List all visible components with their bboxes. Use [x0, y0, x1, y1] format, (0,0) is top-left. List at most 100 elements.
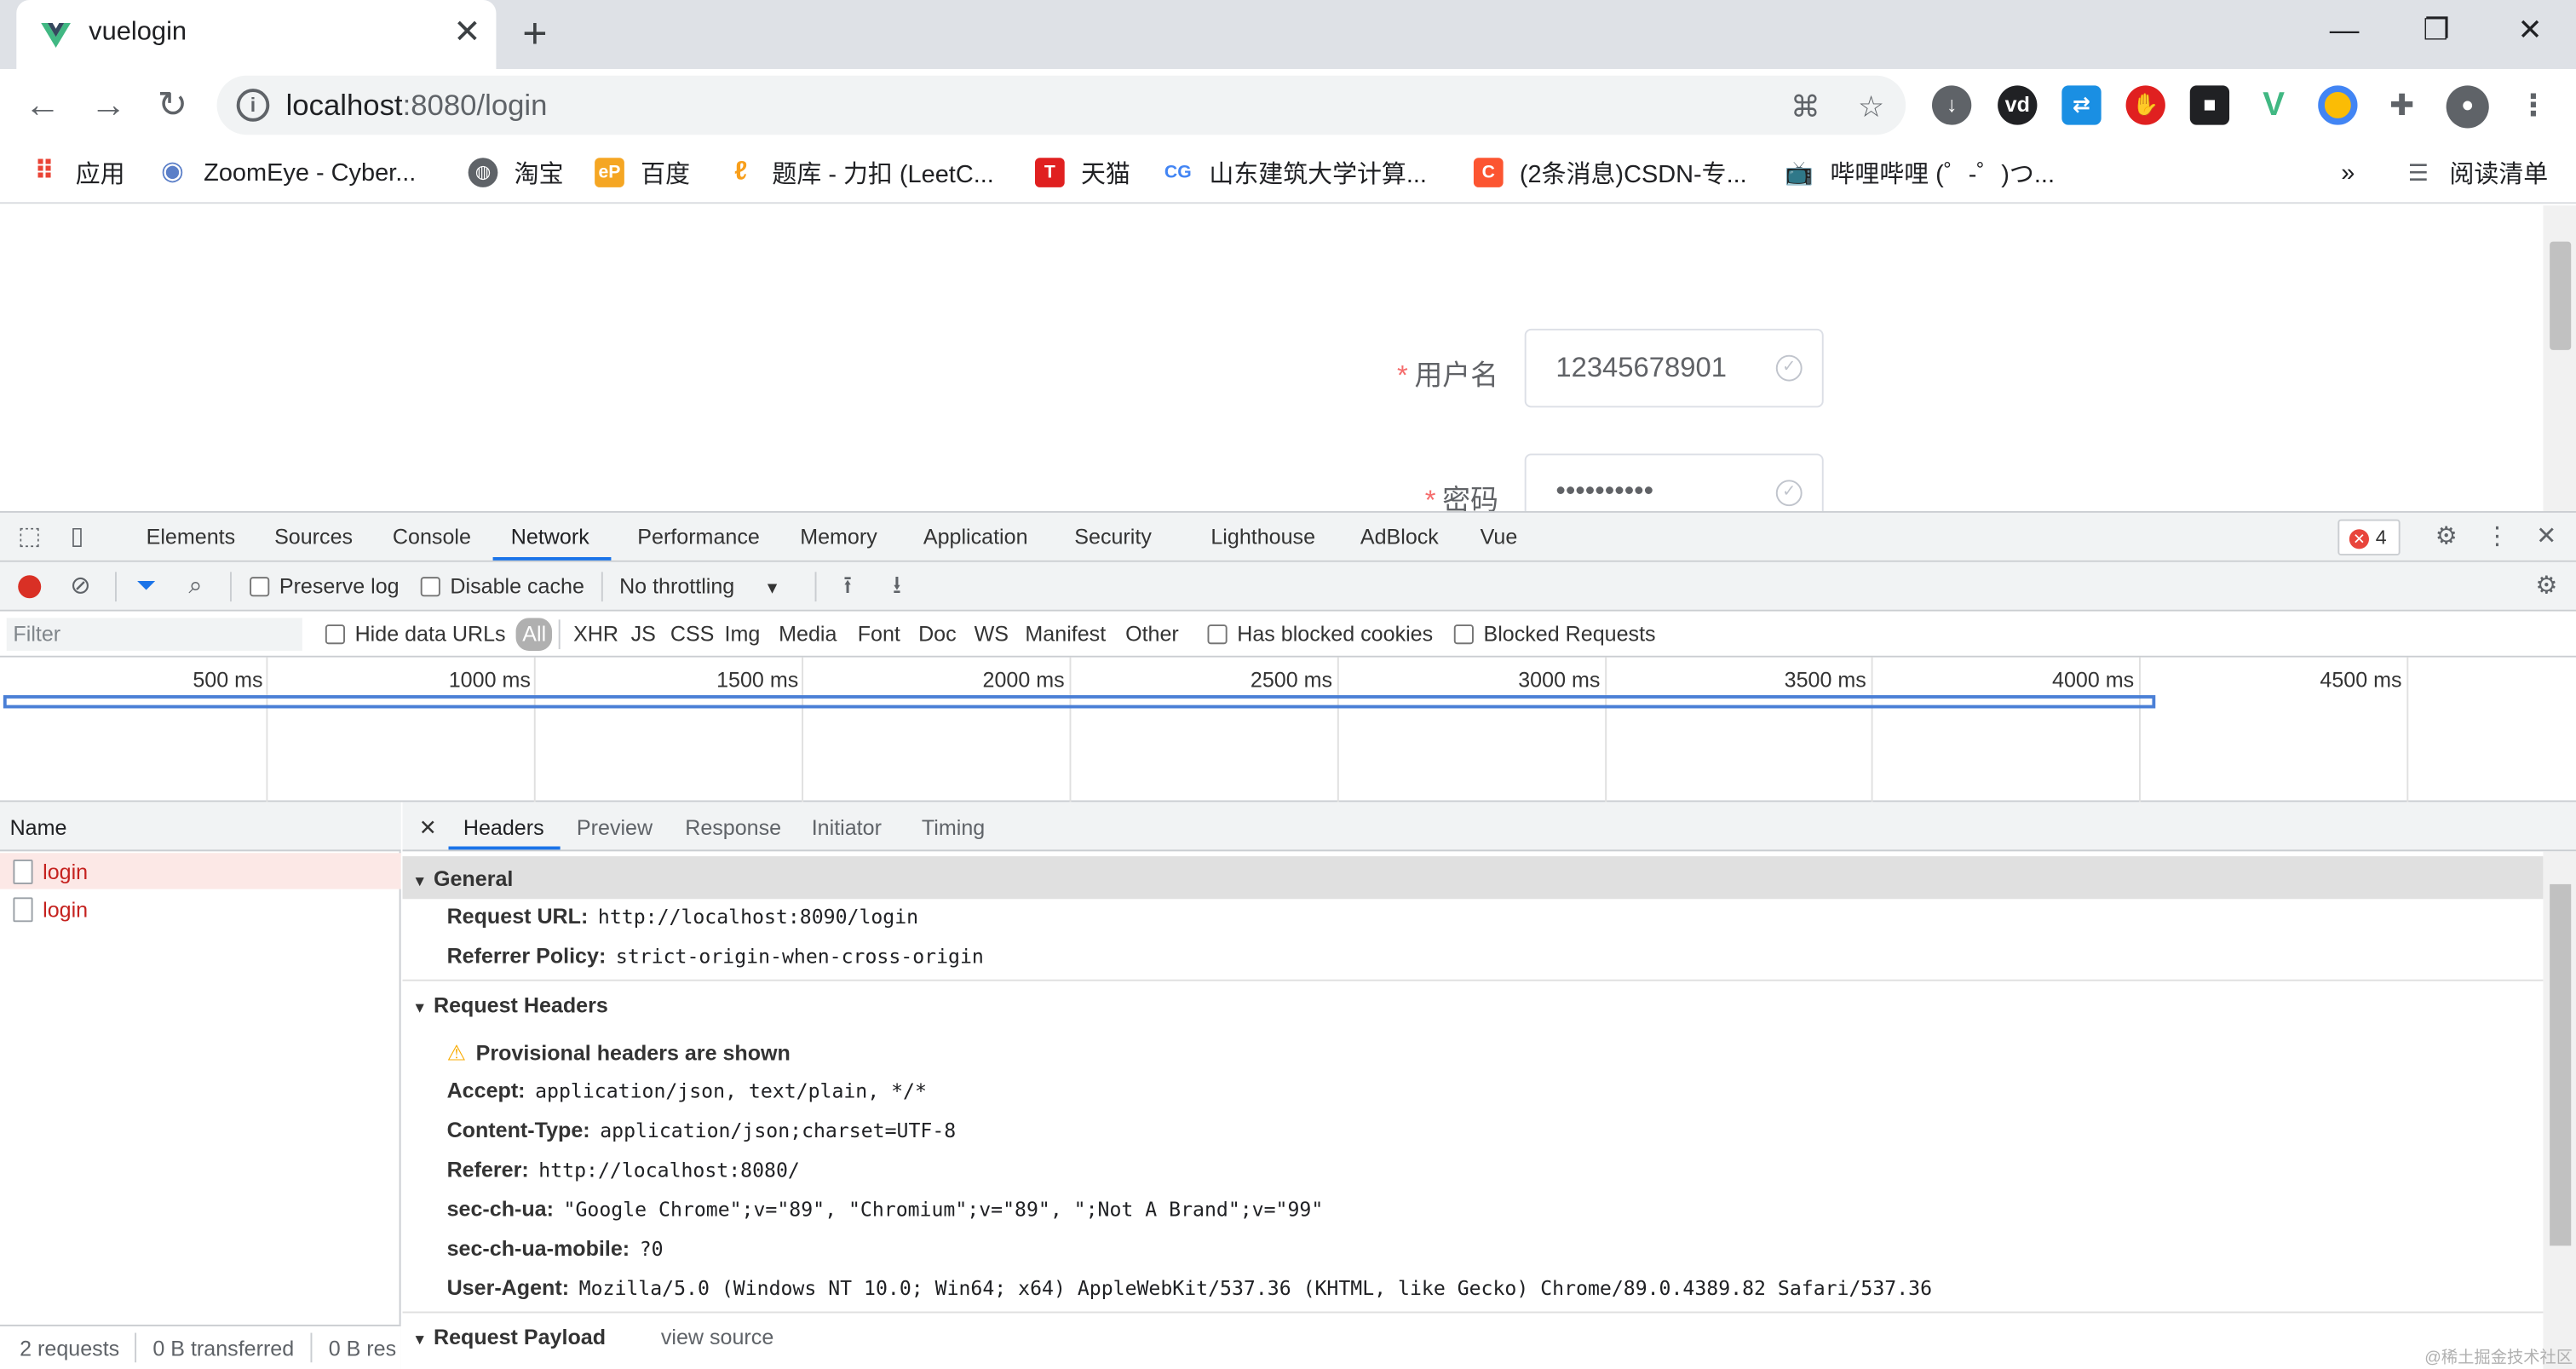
request-row[interactable]: login	[0, 891, 401, 927]
throttling-select[interactable]: No throttling ▼	[619, 573, 780, 598]
tab-initiator[interactable]: Initiator	[812, 815, 882, 840]
tab-response[interactable]: Response	[685, 815, 781, 840]
clear-icon[interactable]: ⊘	[66, 572, 95, 601]
devtools-menu-icon[interactable]: ⋮	[2482, 522, 2512, 552]
disable-cache-checkbox[interactable]: Disable cache	[420, 573, 584, 598]
tab-headers[interactable]: Headers	[463, 815, 544, 840]
adblock-extension-icon[interactable]: ✋	[2125, 85, 2165, 125]
page-scrollbar-thumb[interactable]	[2550, 241, 2572, 350]
filter-type-other[interactable]: Other	[1125, 621, 1179, 646]
close-detail-icon[interactable]: ✕	[419, 815, 437, 842]
tab-lighthouse[interactable]: Lighthouse	[1210, 524, 1315, 549]
tab-elements[interactable]: Elements	[147, 524, 236, 549]
download-extension-icon[interactable]: ↓	[1931, 85, 1972, 125]
url-text[interactable]: localhost:8080/login	[286, 89, 548, 124]
bookmark-sdjzu[interactable]: CG 山东建筑大学计算...	[1163, 154, 1427, 190]
bookmark-leetcode[interactable]: ℓ 题库 - 力扣 (LeetC...	[726, 154, 994, 190]
restore-button[interactable]: ❐	[2403, 10, 2469, 49]
browser-menu-icon[interactable]: ⋮	[2514, 85, 2553, 124]
notification-extension-icon[interactable]: ■	[2189, 85, 2230, 125]
network-overview-timeline[interactable]: 500 ms 1000 ms 1500 ms 2000 ms 2500 ms 3…	[0, 657, 2576, 802]
tab-console[interactable]: Console	[393, 524, 471, 549]
request-row[interactable]: login	[0, 853, 401, 889]
detail-scrollbar[interactable]	[2543, 851, 2576, 1369]
tab-sources[interactable]: Sources	[274, 524, 353, 549]
general-section-header[interactable]: ▼ General	[402, 856, 2544, 900]
address-bar[interactable]: i localhost:8080/login ⌘ ☆	[216, 75, 1906, 135]
filter-type-all[interactable]: All	[515, 618, 553, 651]
password-input[interactable]: •••••••••• ✓	[1524, 453, 1824, 511]
sync-extension-icon[interactable]: ⇄	[2061, 85, 2102, 125]
reload-icon[interactable]: ↻	[149, 82, 195, 128]
record-icon[interactable]	[14, 572, 44, 601]
bookmark-bilibili[interactable]: 📺 哔哩哔哩 (゜-゜)つ...	[1784, 154, 2055, 190]
vue-devtools-extension-icon[interactable]: V	[2254, 85, 2293, 124]
browser-tab[interactable]: vuelogin ✕	[16, 0, 497, 70]
hide-data-urls-checkbox[interactable]: Hide data URLs	[325, 621, 506, 646]
tab-timing[interactable]: Timing	[922, 815, 985, 840]
device-toolbar-icon[interactable]: ▯	[62, 522, 92, 552]
filter-type-ws[interactable]: WS	[975, 621, 1009, 646]
reading-list-button[interactable]: ☰ 阅读清单	[2403, 154, 2549, 190]
filter-type-img[interactable]: Img	[724, 621, 760, 646]
vue-logo-icon	[41, 23, 71, 48]
tab-adblock[interactable]: AdBlock	[1360, 524, 1439, 549]
error-count-badge[interactable]: ✕ 4	[2337, 519, 2401, 556]
bookmark-baidu[interactable]: eP 百度	[595, 154, 690, 190]
tab-close-icon[interactable]: ✕	[453, 14, 480, 50]
vd-extension-icon[interactable]: vd	[1998, 85, 2038, 125]
filter-type-font[interactable]: Font	[858, 621, 900, 646]
chrome-extension-icon[interactable]	[2318, 85, 2358, 125]
filter-type-manifest[interactable]: Manifest	[1025, 621, 1106, 646]
request-headers-section-header[interactable]: ▼ Request Headers	[402, 983, 2543, 1026]
tab-performance[interactable]: Performance	[637, 524, 760, 549]
close-window-button[interactable]: ✕	[2497, 10, 2562, 49]
page-scrollbar[interactable]	[2543, 205, 2576, 511]
settings-gear-icon[interactable]: ⚙	[2431, 522, 2461, 552]
bookmark-taobao[interactable]: ◍ 淘宝	[468, 154, 564, 190]
new-tab-button[interactable]: +	[522, 12, 547, 55]
back-arrow-icon[interactable]: ←	[20, 82, 66, 128]
bookmark-tmall[interactable]: T 天猫	[1034, 154, 1130, 190]
header-row: Referer: http://localhost:8080/	[446, 1157, 800, 1182]
filter-input[interactable]: Filter	[6, 618, 302, 651]
tab-vue[interactable]: Vue	[1481, 524, 1518, 549]
preserve-log-checkbox[interactable]: Preserve log	[250, 573, 400, 598]
tab-security[interactable]: Security	[1074, 524, 1152, 549]
extensions-puzzle-icon[interactable]: ✚	[2382, 85, 2421, 124]
tab-memory[interactable]: Memory	[800, 524, 877, 549]
bookmark-apps[interactable]: ⠿ 应用	[30, 154, 125, 190]
tab-application[interactable]: Application	[923, 524, 1028, 549]
tab-network[interactable]: Network	[511, 524, 589, 549]
filter-type-xhr[interactable]: XHR	[573, 621, 618, 646]
name-column-header[interactable]: Name	[0, 802, 401, 852]
bookmark-zoomeye[interactable]: ◉ ZoomEye - Cyber...	[158, 154, 416, 190]
filter-funnel-icon[interactable]: ⏷	[131, 572, 161, 601]
search-icon[interactable]: ⌕	[181, 572, 210, 601]
network-settings-gear-icon[interactable]: ⚙	[2532, 572, 2562, 601]
view-source-link[interactable]: view source	[661, 1325, 773, 1349]
tab-preview[interactable]: Preview	[577, 815, 653, 840]
filter-type-css[interactable]: CSS	[670, 621, 715, 646]
bookmark-star-icon[interactable]: ☆	[1853, 89, 1889, 124]
header-row: Content-Type: application/json;charset=UT…	[446, 1117, 957, 1142]
minimize-button[interactable]: —	[2311, 10, 2377, 49]
export-har-icon[interactable]: ⭳	[883, 572, 912, 601]
forward-arrow-icon[interactable]: →	[85, 82, 131, 128]
bookmarks-overflow-button[interactable]: »	[2341, 154, 2355, 190]
close-devtools-icon[interactable]: ✕	[2532, 522, 2562, 552]
site-info-icon[interactable]: i	[236, 89, 270, 122]
request-payload-section-header[interactable]: ▼ Request Payload view source	[402, 1314, 2543, 1357]
import-har-icon[interactable]: ⭱	[833, 572, 863, 601]
filter-type-js[interactable]: JS	[631, 621, 656, 646]
filter-type-doc[interactable]: Doc	[918, 621, 957, 646]
filter-type-media[interactable]: Media	[779, 621, 837, 646]
detail-scrollbar-thumb[interactable]	[2550, 883, 2572, 1246]
username-input[interactable]: 12345678901 ✓	[1524, 328, 1824, 408]
bookmark-csdn[interactable]: C (2条消息)CSDN-专...	[1473, 154, 1747, 190]
translate-icon[interactable]: ⌘	[1787, 89, 1823, 124]
has-blocked-cookies-checkbox[interactable]: Has blocked cookies	[1207, 621, 1433, 646]
profile-avatar-icon[interactable]: ●	[2446, 85, 2489, 129]
inspect-element-icon[interactable]: ⬚	[14, 522, 44, 552]
blocked-requests-checkbox[interactable]: Blocked Requests	[1453, 621, 1656, 646]
